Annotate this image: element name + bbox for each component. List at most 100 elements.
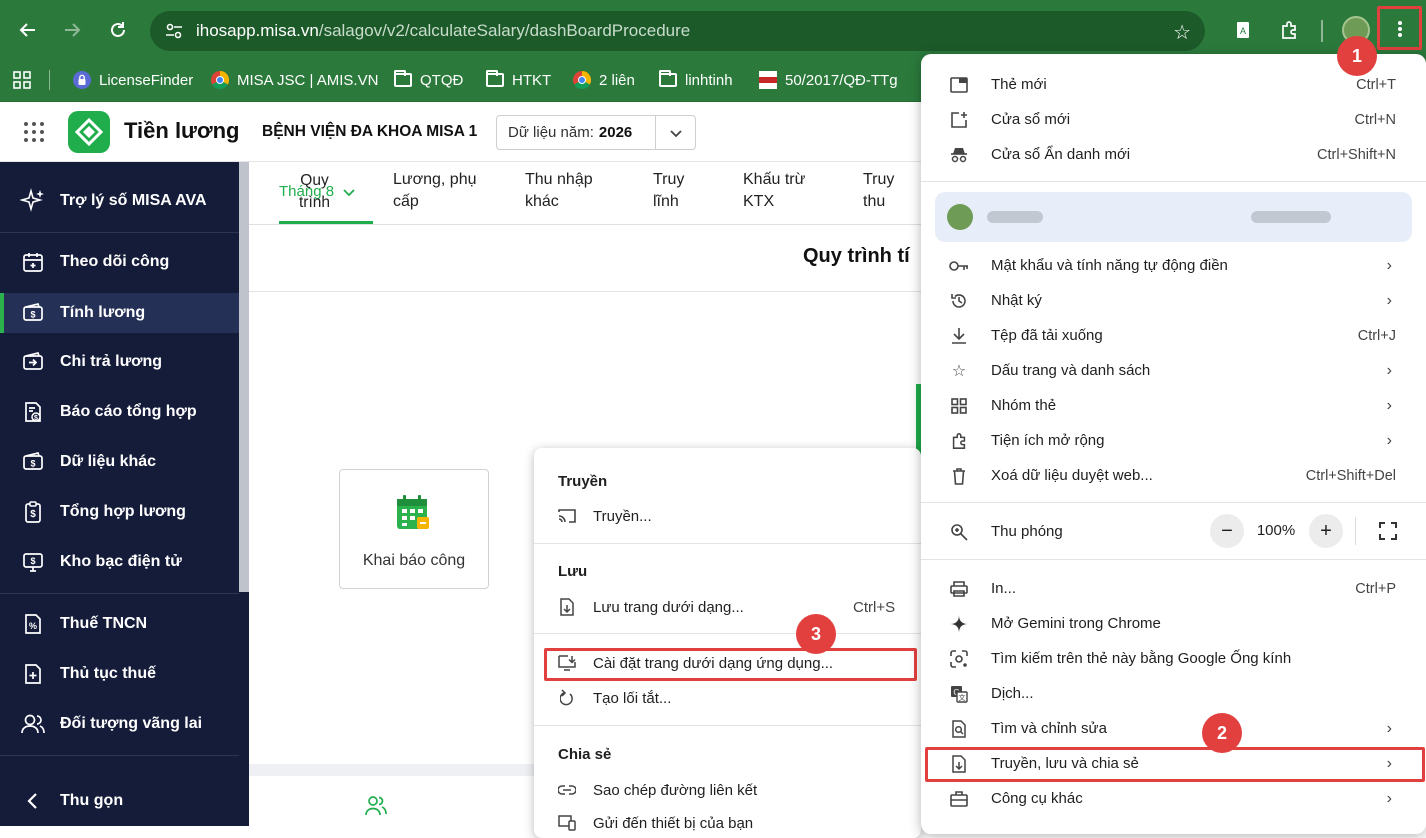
- new-window-icon: [949, 110, 969, 130]
- menu-item-incognito[interactable]: Cửa sổ Ẩn danh mới Ctrl+Shift+N: [921, 137, 1426, 172]
- arrow-right-icon: [65, 23, 81, 37]
- monitor-money-icon: $: [20, 549, 46, 575]
- menu-item-find-edit[interactable]: Tìm và chỉnh sửa ›: [921, 711, 1426, 746]
- chevron-right-icon: ›: [1386, 256, 1392, 274]
- menu-item-gemini[interactable]: Mở Gemini trong Chrome: [921, 606, 1426, 641]
- chrome-main-menu: Thẻ mới Ctrl+T Cửa sổ mới Ctrl+N Cửa sổ Ẩn…: [921, 54, 1426, 834]
- bookmark-linhtinh[interactable]: linhtinh: [659, 66, 733, 94]
- back-button[interactable]: [11, 13, 45, 47]
- submenu-divider: [534, 543, 921, 544]
- fullscreen-icon[interactable]: [1379, 522, 1397, 540]
- svg-text:文: 文: [959, 693, 966, 702]
- shortcut-icon: [558, 689, 576, 707]
- tax-doc-icon: %: [20, 611, 46, 637]
- sidebar-item-du-lieu-khac[interactable]: $ Dữ liệu khác: [0, 437, 239, 487]
- sidebar-item-thu-tuc-thue[interactable]: Thủ tục thuế: [0, 649, 239, 699]
- chevron-down-icon: [668, 125, 684, 141]
- address-bar[interactable]: ihosapp.misa.vn/salagov/v2/calculateSala…: [150, 11, 1205, 51]
- menu-item-extensions[interactable]: Tiện ích mở rộng ›: [921, 423, 1426, 458]
- site-settings-icon[interactable]: [164, 21, 184, 41]
- submenu-heading-save: Lưu: [558, 563, 588, 580]
- sidebar-item-tong-hop-luong[interactable]: $ Tổng hợp lương: [0, 487, 239, 537]
- tab-khau-tru-ktx[interactable]: Khấu trừ KTX: [743, 169, 805, 213]
- bookmark-50-2017[interactable]: 50/2017/QĐ-TTg: [759, 66, 898, 94]
- menu-item-send-device[interactable]: Gửi đến thiết bị của bạn: [558, 814, 753, 832]
- extensions-puzzle-icon[interactable]: [1272, 13, 1306, 47]
- zoom-divider: [1355, 517, 1356, 545]
- menu-item-clear-data[interactable]: Xoá dữ liệu duyệt web... Ctrl+Shift+Del: [921, 458, 1426, 493]
- tab-truy-linh[interactable]: Truy lĩnh: [653, 169, 684, 213]
- tab-quy-trinh[interactable]: Quy trình: [299, 170, 330, 214]
- bookmark-htkt[interactable]: HTKT: [486, 66, 551, 94]
- zoom-out-button[interactable]: −: [1210, 514, 1244, 548]
- profile-row[interactable]: [935, 192, 1412, 242]
- highlight-cast-save-share: [925, 747, 1425, 782]
- app-title: Tiền lương: [124, 118, 240, 143]
- panel-divider: [249, 291, 921, 292]
- menu-item-downloads[interactable]: Tệp đã tải xuống Ctrl+J: [921, 318, 1426, 353]
- translate-extension-icon[interactable]: A: [1226, 13, 1260, 47]
- sidebar-item-tinh-luong[interactable]: $ Tính lương: [0, 293, 239, 333]
- folder-icon: [486, 70, 504, 89]
- menu-divider: [921, 502, 1426, 503]
- save-page-icon: [558, 598, 576, 616]
- menu-divider: [921, 559, 1426, 560]
- chrome-logo-icon: [211, 71, 229, 89]
- bookmark-2-lien[interactable]: 2 liên: [573, 66, 635, 94]
- menu-item-print[interactable]: In... Ctrl+P: [921, 571, 1426, 606]
- sidebar-collapse-button[interactable]: Thu gọn: [0, 776, 249, 826]
- profile-status-redacted: [1251, 211, 1331, 223]
- zoom-in-button[interactable]: +: [1309, 514, 1343, 548]
- menu-item-bookmarks[interactable]: ☆ Dấu trang và danh sách ›: [921, 353, 1426, 388]
- menu-item-passwords[interactable]: Mật khẩu và tính năng tự động điền ›: [921, 248, 1426, 283]
- history-icon: [949, 291, 969, 311]
- tab-luong-phu-cap[interactable]: Lương, phụ cấp: [393, 169, 476, 213]
- apps-grid-icon[interactable]: [12, 66, 32, 94]
- sidebar-item-assistant[interactable]: Trợ lý số MISA AVA: [0, 176, 239, 226]
- menu-item-more-tools[interactable]: Công cụ khác ›: [921, 781, 1426, 816]
- trash-icon: [949, 466, 969, 486]
- sidebar-item-doi-tuong[interactable]: Đối tượng vãng lai: [0, 699, 239, 749]
- url-host: ihosapp.misa.vn: [196, 21, 319, 40]
- menu-item-copy-link[interactable]: Sao chép đường liên kết: [558, 781, 757, 799]
- sidebar-item-thue-tncn[interactable]: % Thuế TNCN: [0, 599, 239, 649]
- sparkle-icon: [20, 188, 46, 214]
- submenu-heading-share: Chia sẻ: [558, 746, 612, 763]
- menu-item-create-shortcut[interactable]: Tạo lối tắt...: [558, 689, 671, 707]
- device-icon: [558, 814, 576, 832]
- sidebar-item-kho-bac[interactable]: $ Kho bạc điện tử: [0, 537, 239, 587]
- chevron-left-icon: [20, 788, 46, 814]
- money-icon: $: [20, 300, 46, 326]
- step-card-khai-bao-cong[interactable]: Khai báo công: [339, 469, 489, 589]
- new-tab-icon: [949, 75, 969, 95]
- forward-button[interactable]: [55, 13, 89, 47]
- year-selector[interactable]: Dữ liệu năm: 2026: [496, 115, 696, 150]
- bookmark-misa-jsc[interactable]: MISA JSC | AMIS.VN: [211, 66, 378, 94]
- menu-item-translate[interactable]: G文 Dịch...: [921, 676, 1426, 711]
- tab-thu-nhap-khac[interactable]: Thu nhập khác: [525, 169, 593, 213]
- menu-item-tab-groups[interactable]: Nhóm thẻ ›: [921, 388, 1426, 423]
- annotation-badge-3: 3: [796, 614, 836, 654]
- bookmark-star-icon[interactable]: ☆: [1173, 20, 1191, 45]
- bookmark-licensefinder[interactable]: LicenseFinder: [73, 66, 193, 94]
- menu-item-history[interactable]: Nhật ký ›: [921, 283, 1426, 318]
- menu-item-new-window[interactable]: Cửa sổ mới Ctrl+N: [921, 102, 1426, 137]
- bookmark-qtqd[interactable]: QTQĐ: [394, 66, 463, 94]
- menu-item-google-lens[interactable]: Tìm kiếm trên thẻ này bằng Google Ống kí…: [921, 641, 1426, 676]
- year-value: 2026: [598, 124, 633, 141]
- sidebar-divider: [0, 593, 239, 594]
- sidebar-divider: [0, 755, 239, 756]
- app-launcher-icon[interactable]: [23, 121, 45, 143]
- sidebar-item-theo-doi-cong[interactable]: Theo dõi công: [0, 237, 239, 287]
- menu-item-cast[interactable]: Truyền...: [558, 507, 652, 525]
- sidebar-item-bao-cao[interactable]: $ Báo cáo tổng hợp: [0, 387, 239, 437]
- users-icon: [20, 711, 46, 737]
- menu-item-save-page[interactable]: Lưu trang dưới dạng... Ctrl+S: [558, 598, 898, 616]
- reload-icon: [111, 22, 125, 37]
- link-icon: [558, 781, 576, 799]
- tab-truy-thu[interactable]: Truy thu: [863, 169, 894, 213]
- sidebar-scrollbar[interactable]: [239, 162, 249, 592]
- reload-button[interactable]: [101, 13, 135, 47]
- sidebar-item-chi-tra-luong[interactable]: Chi trả lương: [0, 337, 239, 387]
- download-icon: [949, 326, 969, 346]
